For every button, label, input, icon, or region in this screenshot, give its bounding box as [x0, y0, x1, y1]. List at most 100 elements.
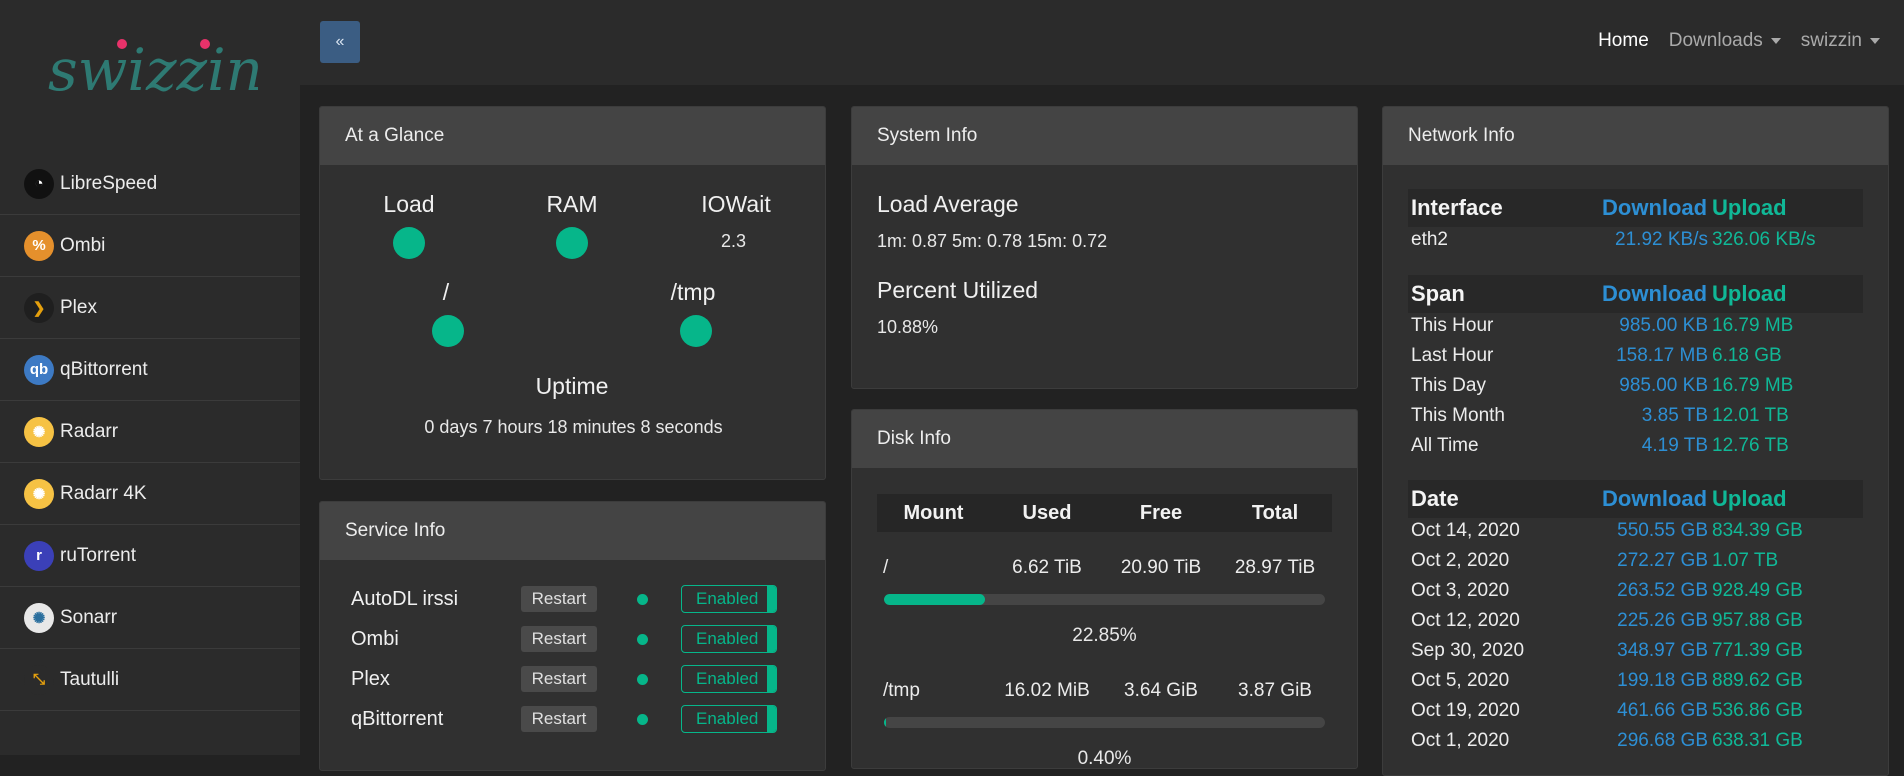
service-name: Plex: [351, 667, 390, 690]
panel-title: Network Info: [1383, 107, 1888, 165]
date-header: Date: [1411, 486, 1459, 511]
date-upload: 928.49 GB: [1712, 580, 1803, 601]
upload-header: Upload: [1712, 486, 1787, 511]
sidebar-item-label: LibreSpeed: [60, 172, 158, 194]
nav-downloads-label: Downloads: [1668, 30, 1763, 51]
sidebar-collapse-button[interactable]: «: [320, 21, 360, 63]
sidebar-item-label: Tautulli: [60, 668, 120, 690]
service-enabled-toggle[interactable]: Enabled: [681, 705, 777, 733]
nav-downloads-dropdown[interactable]: Downloads: [1669, 30, 1781, 52]
iowait-label: IOWait: [701, 191, 771, 217]
span-name: This Hour: [1411, 315, 1494, 336]
sidebar-item-label: Radarr: [60, 420, 119, 442]
speedometer-icon: ◔: [24, 168, 54, 199]
date-row: Sep 30, 2020 348.97 GB 771.39 GB: [1408, 636, 1863, 666]
tmp-disk-label: /tmp: [670, 279, 716, 305]
sidebar-item-label: Sonarr: [60, 606, 118, 628]
service-status-dot: [637, 593, 648, 605]
nav-home-link[interactable]: Home: [1598, 30, 1649, 52]
disk-mount: /: [883, 557, 889, 578]
interface-name: eth2: [1411, 229, 1448, 250]
sidebar-item-librespeed[interactable]: ◔ LibreSpeed: [0, 153, 300, 215]
sidebar-item-radarr[interactable]: ✺ Radarr: [0, 401, 300, 463]
span-header: Span: [1411, 281, 1465, 306]
sidebar-item-label: Plex: [60, 296, 97, 318]
download-header: Download: [1602, 486, 1708, 511]
load-average-heading: Load Average: [877, 191, 1019, 217]
download-header: Download: [1602, 281, 1708, 306]
service-row: Plex Restart Enabled: [351, 664, 791, 694]
disk-usage-bar: [884, 594, 1325, 605]
date-row: Oct 2, 2020 272.27 GB 1.07 TB: [1408, 546, 1863, 576]
toggle-knob: [767, 586, 776, 612]
service-enabled-toggle[interactable]: Enabled: [681, 585, 777, 613]
date-download: 263.52 GB: [1617, 580, 1708, 601]
toggle-knob: [767, 706, 776, 732]
toggle-label: Enabled: [696, 589, 759, 608]
iowait-value: 2.3: [721, 231, 747, 251]
span-row: This Month 3.85 TB 12.01 TB: [1408, 401, 1863, 431]
span-table-header: Span Download Upload: [1408, 275, 1863, 313]
disk-usage-bar-fill: [884, 717, 886, 728]
sidebar-item-rutorrent[interactable]: r ruTorrent: [0, 525, 300, 587]
sidebar-item-label: qBittorrent: [60, 358, 148, 380]
date-download: 461.66 GB: [1617, 700, 1708, 721]
date-download: 272.27 GB: [1617, 550, 1708, 571]
sidebar-item-label: Radarr 4K: [60, 482, 147, 504]
root-disk-label: /: [442, 279, 450, 305]
sidebar-item-qbittorrent[interactable]: qb qBittorrent: [0, 339, 300, 401]
restart-button[interactable]: Restart: [521, 586, 597, 612]
interface-header: Interface: [1411, 195, 1503, 220]
date-upload: 889.62 GB: [1712, 670, 1803, 691]
disk-used: 6.62 TiB: [1012, 557, 1082, 578]
sidebar-app-list: ◔ LibreSpeed% Ombi ❯ Plex qb qBittorrent ✺ Radar…: [0, 153, 300, 711]
date-upload: 771.39 GB: [1712, 640, 1803, 661]
interface-row: eth2 21.92 KB/s 326.06 KB/s: [1408, 225, 1863, 255]
service-status-dot: [637, 713, 648, 725]
disk-total: 3.87 GiB: [1238, 680, 1312, 701]
service-name: Ombi: [351, 627, 399, 650]
root-disk-status-dot: [432, 315, 464, 347]
service-enabled-toggle[interactable]: Enabled: [681, 625, 777, 653]
restart-button[interactable]: Restart: [521, 706, 597, 732]
sidebar-item-sonarr[interactable]: ✺ Sonarr: [0, 587, 300, 649]
ram-label: RAM: [546, 191, 598, 217]
service-name: AutoDL irssi: [351, 587, 459, 610]
service-status-dot: [637, 673, 648, 685]
restart-button[interactable]: Restart: [521, 626, 597, 652]
service-row: qBittorrent Restart Enabled: [351, 704, 791, 734]
disk-table-header: Mount Used Free Total: [877, 494, 1332, 532]
date-upload: 536.86 GB: [1712, 700, 1803, 721]
toggle-label: Enabled: [696, 709, 759, 728]
toggle-label: Enabled: [696, 669, 759, 688]
panel-title: Disk Info: [852, 410, 1357, 468]
service-status-dot: [637, 633, 648, 645]
load-status-dot: [393, 227, 425, 259]
service-enabled-toggle[interactable]: Enabled: [681, 665, 777, 693]
date-name: Oct 3, 2020: [1411, 580, 1510, 601]
uptime-value: 0 days 7 hours 18 minutes 8 seconds: [424, 417, 723, 437]
nav-user-dropdown[interactable]: swizzin: [1801, 30, 1880, 52]
sidebar-item-radarr-4k[interactable]: ✺ Radarr 4K: [0, 463, 300, 525]
top-navbar: « Home Downloads swizzin: [300, 0, 1904, 85]
date-download: 225.26 GB: [1617, 610, 1708, 631]
swizzin-logo[interactable]: swizzin: [48, 30, 263, 122]
sidebar-item-plex[interactable]: ❯ Plex: [0, 277, 300, 339]
panel-title: Service Info: [320, 502, 825, 560]
disk-usage-percent: 22.85%: [1072, 625, 1137, 646]
span-upload: 16.79 MB: [1712, 315, 1794, 336]
qbittorrent-icon: qb: [24, 354, 54, 385]
percent-utilized-value: 10.88%: [877, 317, 939, 337]
date-upload: 957.88 GB: [1712, 610, 1803, 631]
date-name: Oct 5, 2020: [1411, 670, 1510, 691]
disk-usage-bar: [884, 717, 1325, 728]
toggle-knob: [767, 666, 776, 692]
span-upload: 12.01 TB: [1712, 405, 1789, 426]
span-row: This Day 985.00 KB 16.79 MB: [1408, 371, 1863, 401]
interface-table-header: Interface Download Upload: [1408, 189, 1863, 227]
restart-button[interactable]: Restart: [521, 666, 597, 692]
sidebar-item-ombi[interactable]: % Ombi: [0, 215, 300, 277]
sidebar-item-tautulli[interactable]: ⤡ Tautulli: [0, 649, 300, 711]
date-table-header: Date Download Upload: [1408, 480, 1863, 518]
radarr-lifebuoy-icon: ✺: [24, 478, 54, 509]
